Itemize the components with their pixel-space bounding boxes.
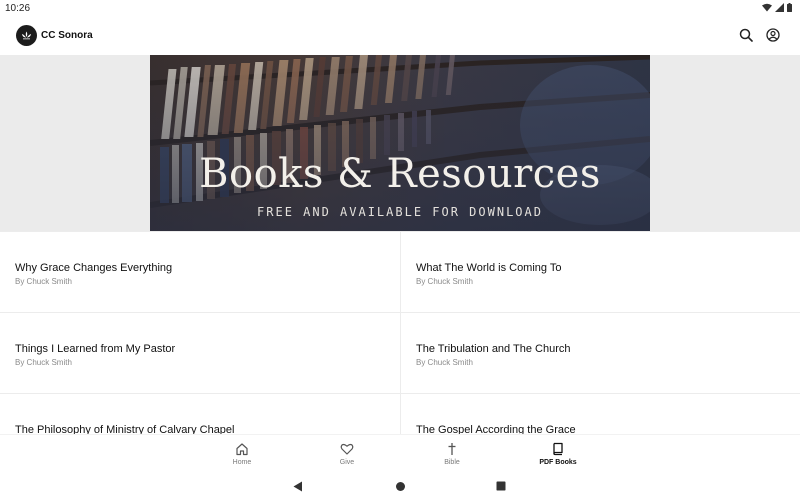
- book-author: By Chuck Smith: [416, 277, 473, 286]
- hero-banner: Books & Resources FREE AND AVAILABLE FOR…: [150, 55, 650, 231]
- back-triangle-icon: [293, 481, 302, 491]
- nav-label: PDF Books: [539, 459, 577, 466]
- nav-bible[interactable]: Bible: [422, 441, 482, 471]
- hero-title: Books & Resources: [199, 151, 601, 197]
- book-item[interactable]: Things I Learned from My Pastor By Chuck…: [0, 312, 400, 393]
- bottom-nav: Home Give Bible PDF Books: [0, 434, 800, 472]
- hero-subtitle: FREE AND AVAILABLE FOR DOWNLOAD: [257, 205, 543, 219]
- status-time: 10:26: [5, 3, 31, 14]
- hero-section: Books & Resources FREE AND AVAILABLE FOR…: [0, 55, 800, 231]
- recents-square-icon: [496, 481, 506, 491]
- church-logo-icon: [16, 25, 37, 46]
- home-circle-icon: [395, 481, 405, 491]
- book-author: By Chuck Smith: [15, 358, 72, 367]
- search-icon: [739, 28, 753, 42]
- search-button[interactable]: [738, 27, 754, 43]
- book-title: Things I Learned from My Pastor: [15, 343, 176, 355]
- book-item[interactable]: The Tribulation and The Church By Chuck …: [400, 312, 800, 393]
- book-title: The Philosophy of Ministry of Calvary Ch…: [15, 424, 235, 434]
- nav-pdf-books[interactable]: PDF Books: [528, 441, 588, 471]
- account-icon: [766, 28, 780, 42]
- book-title: The Tribulation and The Church: [416, 343, 571, 355]
- nav-home[interactable]: Home: [212, 441, 272, 471]
- book-title: Why Grace Changes Everything: [15, 262, 173, 274]
- app-title: CC Sonora: [41, 30, 93, 41]
- book-item[interactable]: What The World is Coming To By Chuck Smi…: [400, 231, 800, 312]
- book-icon: [550, 441, 566, 457]
- home-icon: [234, 441, 250, 457]
- book-author: By Chuck Smith: [15, 277, 72, 286]
- book-item[interactable]: The Philosophy of Ministry of Calvary Ch…: [0, 393, 400, 434]
- book-title: What The World is Coming To: [416, 262, 562, 274]
- book-item[interactable]: The Gospel According the Grace: [400, 393, 800, 434]
- nav-label: Give: [339, 459, 355, 466]
- book-list: Why Grace Changes Everything By Chuck Sm…: [0, 231, 800, 434]
- book-author: By Chuck Smith: [416, 358, 473, 367]
- status-bar: 10:26: [0, 0, 800, 16]
- recents-button[interactable]: [495, 480, 507, 492]
- app-bar: CC Sonora: [0, 16, 800, 55]
- nav-label: Bible: [444, 459, 460, 466]
- back-button[interactable]: [292, 480, 304, 492]
- cross-icon: [444, 441, 460, 457]
- book-title: The Gospel According the Grace: [416, 424, 576, 434]
- heart-icon: [339, 441, 355, 457]
- nav-label: Home: [232, 459, 252, 466]
- signal-icon: [775, 3, 784, 12]
- home-system-button[interactable]: [394, 480, 406, 492]
- account-button[interactable]: [765, 27, 781, 43]
- nav-give[interactable]: Give: [317, 441, 377, 471]
- book-item[interactable]: Why Grace Changes Everything By Chuck Sm…: [0, 231, 400, 312]
- battery-icon: [787, 3, 792, 12]
- system-nav-bar: [0, 472, 800, 500]
- wifi-icon: [762, 3, 772, 12]
- status-icons: [762, 3, 792, 12]
